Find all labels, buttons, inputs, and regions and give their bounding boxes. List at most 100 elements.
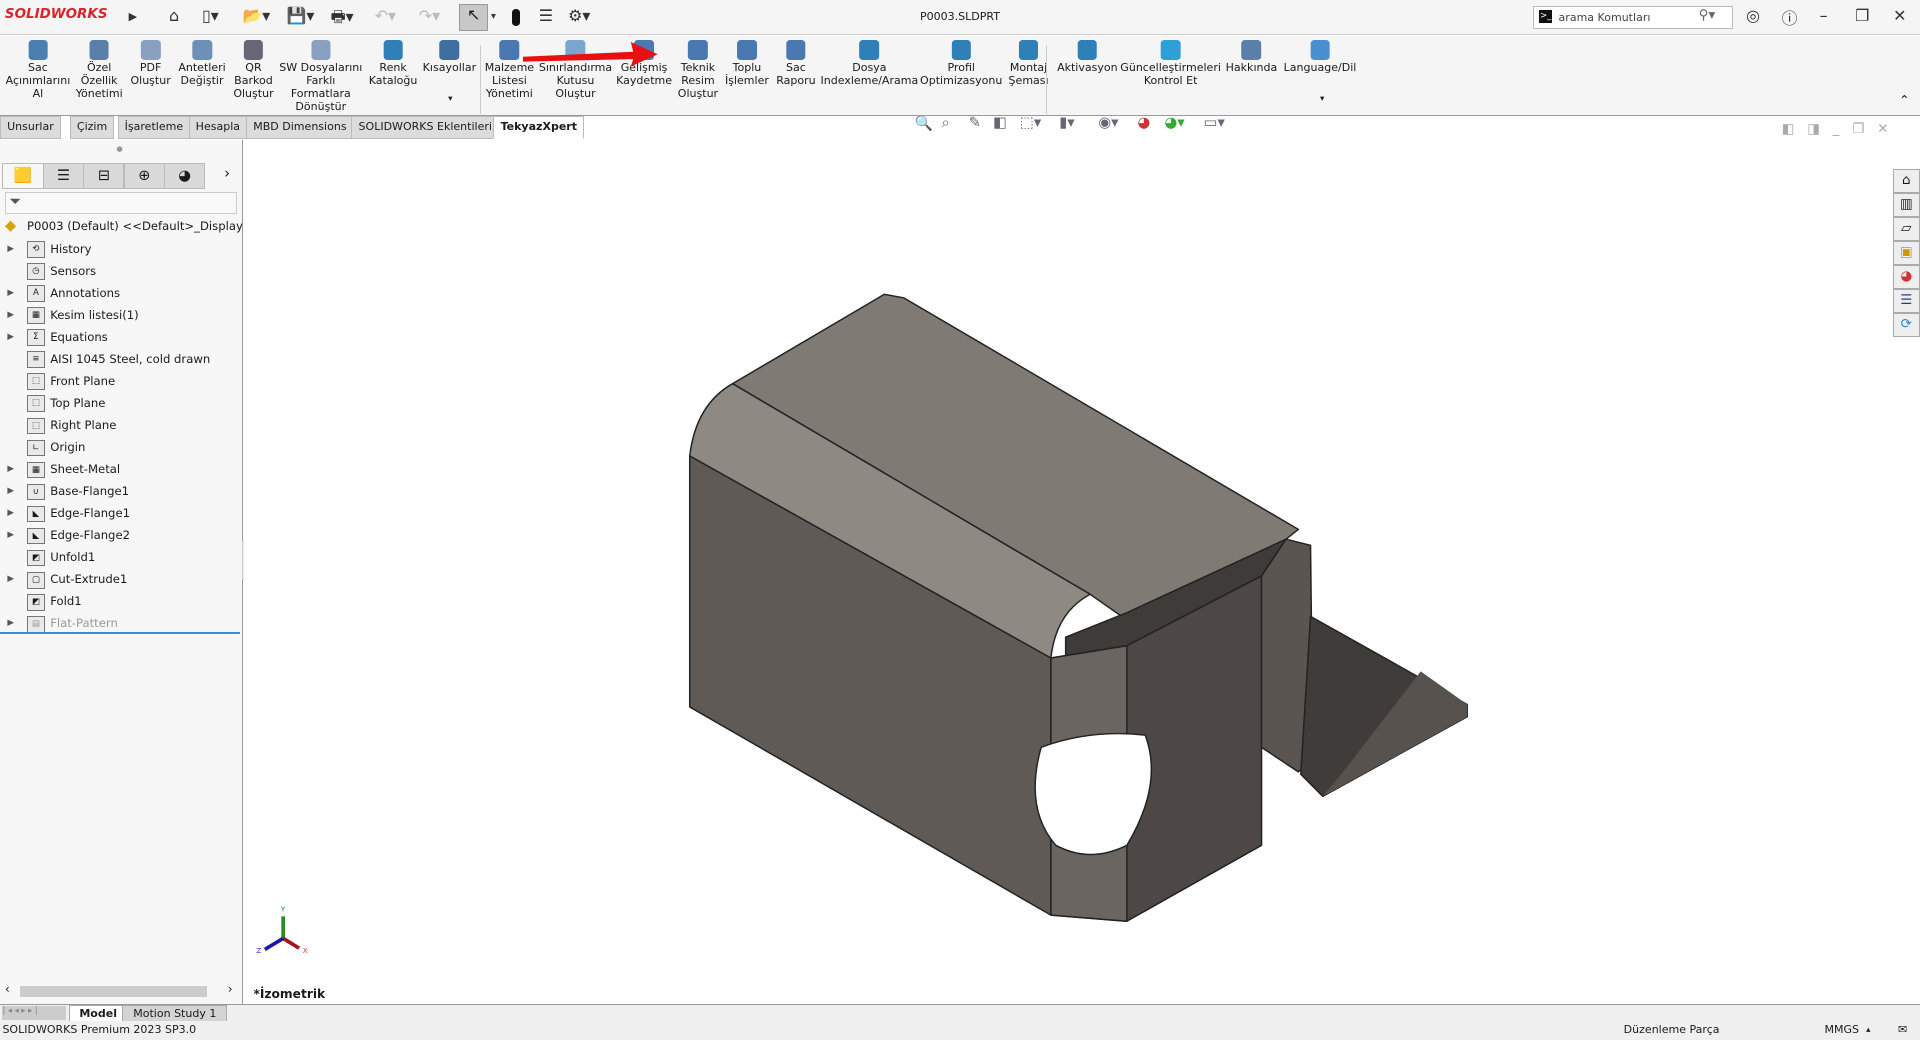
ribbon-button-15[interactable]: Profil Optimizasyonu <box>920 40 1002 88</box>
tree-item[interactable]: ⬚ Top Plane <box>0 392 242 414</box>
edit-appearance-icon[interactable]: ◕ <box>1138 114 1151 131</box>
tree-filter-input[interactable]: ⏷ <box>4 192 238 214</box>
tree-item[interactable]: ▶ ◣ Edge-Flange2 <box>0 524 242 546</box>
hide-show-icon[interactable]: ◉▾ <box>1098 114 1118 131</box>
ribbon-button-3[interactable]: Antetleri Değiştir <box>178 40 226 88</box>
ribbon-button-1[interactable]: Özel Özellik Yönetimi <box>76 40 123 101</box>
expand-arrow-icon[interactable]: ▶ <box>7 304 14 326</box>
tree-item[interactable]: ▶ ⟲ History <box>0 238 242 260</box>
tab-4[interactable]: MBD Dimensions <box>246 116 354 140</box>
panel-more-chevron-icon[interactable]: › <box>224 165 230 182</box>
tree-item[interactable]: ≡ AISI 1045 Steel, cold drawn <box>0 348 242 370</box>
help-icon[interactable]: ⓘ <box>1782 6 1798 29</box>
expand-arrow-icon[interactable]: ▶ <box>7 568 14 590</box>
ribbon-button-11[interactable]: Teknik Resim Oluştur <box>678 40 718 101</box>
ribbon-button-18[interactable]: Güncelleştirmeleri Kontrol Et <box>1120 40 1221 88</box>
tree-item[interactable]: ▶ ▦ Kesim listesi(1) <box>0 304 242 326</box>
ribbon-button-16[interactable]: Montaj Şeması <box>1009 40 1049 88</box>
expand-arrow-icon[interactable]: ▶ <box>7 238 14 260</box>
expand-arrow-icon[interactable]: ▶ <box>7 326 14 348</box>
previous-view-icon[interactable]: ✎ <box>969 114 981 131</box>
propertymanager-tab-icon[interactable]: ☰ <box>42 162 85 190</box>
ribbon-button-0[interactable]: Sac Açınımlarını Al <box>6 40 70 101</box>
tab-5[interactable]: SOLIDWORKS Eklentileri <box>351 116 500 140</box>
ribbon-button-17[interactable]: Aktivasyon <box>1057 40 1118 75</box>
tree-item[interactable]: ▶ ∪ Base-Flange1 <box>0 480 242 502</box>
ribbon-overflow-icon[interactable]: ▾ <box>1320 94 1324 104</box>
tree-item[interactable]: ⬚ Right Plane <box>0 414 242 436</box>
status-notification-icon[interactable]: ✉ <box>1898 1021 1907 1039</box>
viewport-restore-icon[interactable]: ❐ <box>1852 122 1864 137</box>
tree-item[interactable]: ◩ Unfold1 <box>0 546 242 568</box>
expand-arrow-icon[interactable]: ▶ <box>7 524 14 546</box>
ribbon-button-4[interactable]: QR Barkod Oluştur <box>233 40 274 101</box>
tree-root-part[interactable]: ◆ P0003 (Default) <<Default>_Display Sta… <box>0 215 243 237</box>
command-search-input[interactable]: >_ arama Komutları ⚲▾ <box>1533 6 1734 29</box>
minimize-button[interactable]: – <box>1820 6 1828 25</box>
ribbon-button-14[interactable]: Dosya Indexleme/Arama <box>821 40 918 88</box>
tile-right-icon[interactable]: ◨ <box>1807 122 1820 137</box>
expand-arrow-icon[interactable]: ▶ <box>7 480 14 502</box>
appearances-icon[interactable]: ◕ <box>1893 265 1920 290</box>
viewport-minimize-icon[interactable]: _ <box>1833 122 1840 137</box>
section-view-icon[interactable]: ◧ <box>993 114 1007 131</box>
ribbon-button-12[interactable]: Toplu İşlemler <box>725 40 769 88</box>
scroll-thumb[interactable] <box>19 985 207 997</box>
ribbon-button-7[interactable]: Kısayollar <box>423 40 476 75</box>
tab-scroll-arrows-icon[interactable]: |◂◂▸▸| <box>2 1006 67 1020</box>
ribbon-overflow-icon[interactable]: ▾ <box>448 94 452 104</box>
tree-horizontal-scrollbar[interactable]: ‹ › <box>2 982 240 999</box>
view-orientation-icon[interactable]: ⬚▾ <box>1020 114 1041 131</box>
collapse-ribbon-icon[interactable]: ⌃ <box>1899 93 1909 107</box>
configurationmanager-tab-icon[interactable]: ⊟ <box>83 162 125 190</box>
dimxpert-tab-icon[interactable]: ⊕ <box>123 162 165 190</box>
zoom-to-area-icon[interactable]: ⌕ <box>942 114 950 131</box>
tab-0[interactable]: Unsurlar <box>0 116 61 140</box>
ribbon-button-13[interactable]: Sac Raporu <box>776 40 816 88</box>
tab-1[interactable]: Çizim <box>69 116 115 140</box>
scroll-right-icon[interactable]: › <box>228 982 233 996</box>
tree-item[interactable]: ▶ Σ Equations <box>0 326 242 348</box>
ribbon-button-5[interactable]: SW Dosyalarını Farklı Formatlara Dönüştü… <box>279 40 362 113</box>
tree-item[interactable]: ⬚ Front Plane <box>0 370 242 392</box>
tile-left-icon[interactable]: ◧ <box>1782 122 1795 137</box>
units-dropdown-icon[interactable]: ▴ <box>1866 1021 1870 1039</box>
view-settings-icon[interactable]: ▭▾ <box>1204 114 1225 131</box>
design-library-icon[interactable]: ▥ <box>1893 193 1920 218</box>
apply-scene-icon[interactable]: ◕▾ <box>1164 114 1184 131</box>
tree-item[interactable]: ∟ Origin <box>0 436 242 458</box>
tree-item[interactable]: ◷ Sensors <box>0 260 242 282</box>
tree-item[interactable]: ◩ Fold1 <box>0 590 242 612</box>
solidworks-resources-icon[interactable]: ⌂ <box>1893 168 1920 193</box>
close-button[interactable]: ✕ <box>1893 6 1906 25</box>
search-icon[interactable]: ⚲▾ <box>1699 8 1716 23</box>
expand-arrow-icon[interactable]: ▶ <box>7 458 14 480</box>
ribbon-button-2[interactable]: PDF Oluştur <box>130 40 171 88</box>
graphics-area[interactable]: 🔍 ⌕ ✎ ◧ ⬚▾ ▮▾ ◉▾ ◕ ◕▾ ▭▾ ◧ ◨ _ ❐ ✕ Y X Z <box>243 41 1920 1005</box>
tab-3[interactable]: Hesapla <box>188 116 248 140</box>
solidworks-forum-icon[interactable]: ⟳ <box>1893 313 1920 338</box>
rollback-bar[interactable] <box>0 631 240 635</box>
tree-item[interactable]: ▶ ▦ Sheet-Metal <box>0 458 242 480</box>
restore-button[interactable]: ❐ <box>1855 6 1869 25</box>
expand-arrow-icon[interactable]: ▶ <box>7 502 14 524</box>
tree-item[interactable]: ▶ ▢ Cut-Extrude1 <box>0 568 242 590</box>
ribbon-button-20[interactable]: Language/Dil <box>1284 40 1356 75</box>
tab-2[interactable]: İşaretleme <box>117 116 191 140</box>
custom-properties-icon[interactable]: ☰ <box>1893 289 1920 314</box>
view-palette-icon[interactable]: ▣ <box>1893 241 1920 266</box>
file-explorer-icon[interactable]: ▱ <box>1893 217 1920 242</box>
tree-item[interactable]: ▶ ◣ Edge-Flange1 <box>0 502 242 524</box>
units-selector[interactable]: MMGS <box>1825 1021 1860 1039</box>
user-account-icon[interactable]: ◎ <box>1746 6 1760 25</box>
zoom-to-fit-icon[interactable]: 🔍 <box>915 114 933 132</box>
viewport-close-icon[interactable]: ✕ <box>1877 122 1888 137</box>
display-style-icon[interactable]: ▮▾ <box>1059 114 1074 131</box>
expand-arrow-icon[interactable]: ▶ <box>7 282 14 304</box>
featuremanager-tab-icon[interactable]: 🟨 <box>2 162 44 190</box>
ribbon-button-6[interactable]: Renk Kataloğu <box>369 40 417 88</box>
display-manager-tab-icon[interactable]: ◕ <box>164 162 206 190</box>
tab-6[interactable]: TekyazXpert <box>493 116 585 140</box>
tree-item[interactable]: ▶ A Annotations <box>0 282 242 304</box>
scroll-left-icon[interactable]: ‹ <box>5 982 10 996</box>
